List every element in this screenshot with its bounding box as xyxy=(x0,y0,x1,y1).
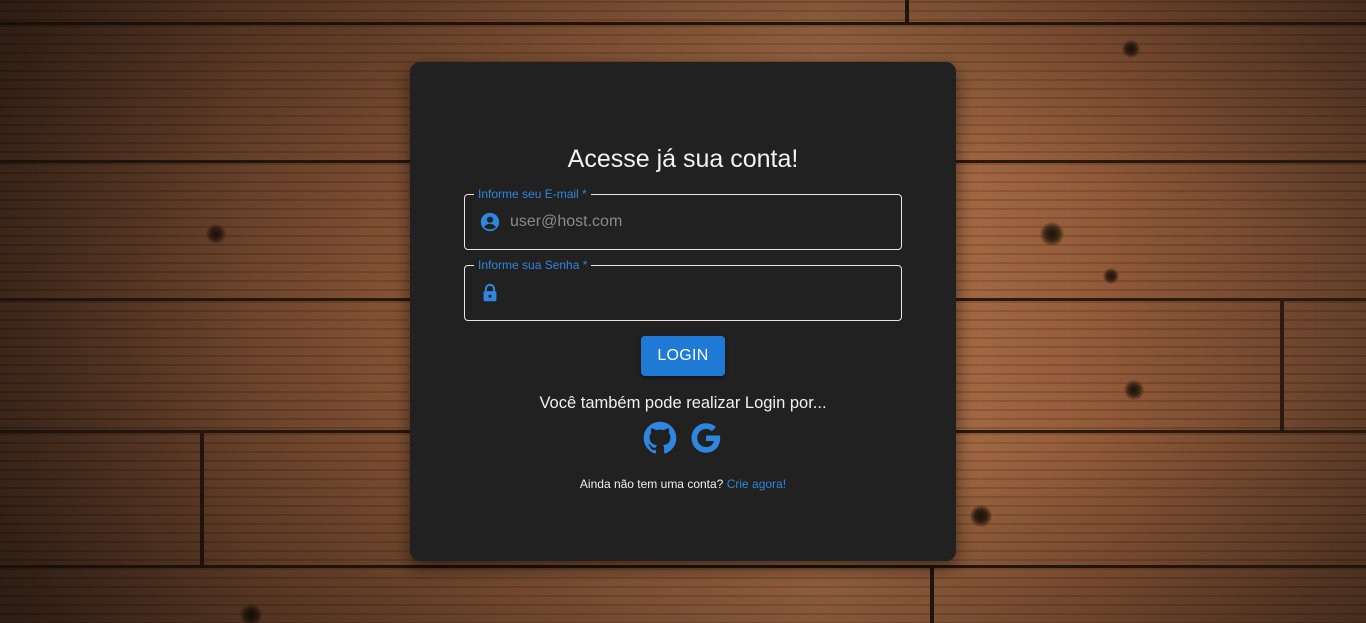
page-title: Acesse já sua conta! xyxy=(567,145,799,173)
login-card: Acesse já sua conta! Informe seu E-mail … xyxy=(410,62,956,561)
account-circle-icon xyxy=(479,211,501,233)
google-icon[interactable] xyxy=(689,421,723,455)
password-field[interactable]: Informe sua Senha * xyxy=(464,258,902,321)
alt-login-text: Você também pode realizar Login por... xyxy=(539,394,827,412)
email-input[interactable] xyxy=(510,195,890,249)
signup-prompt: Ainda não tem uma conta? xyxy=(579,477,724,491)
signup-link[interactable]: Crie agora! xyxy=(727,477,786,491)
lock-icon xyxy=(479,282,501,304)
password-input[interactable] xyxy=(510,266,890,320)
github-icon[interactable] xyxy=(643,421,677,455)
email-field[interactable]: Informe seu E-mail * xyxy=(464,187,902,250)
signup-text: Ainda não tem uma conta? Crie agora! xyxy=(410,476,956,492)
login-button[interactable]: LOGIN xyxy=(641,336,725,376)
